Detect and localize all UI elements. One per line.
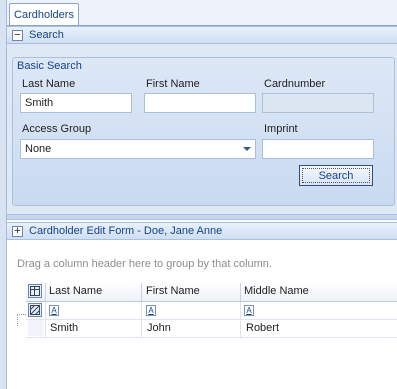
- access-group-select[interactable]: None: [20, 139, 256, 159]
- expand-icon[interactable]: +: [12, 225, 23, 237]
- tree-line: [17, 314, 18, 326]
- access-group-value: None: [25, 143, 52, 155]
- collapse-icon[interactable]: −: [12, 29, 23, 41]
- imprint-field[interactable]: [262, 139, 374, 159]
- last-name-value: Smith: [25, 97, 54, 109]
- col-sep: [45, 283, 46, 301]
- last-name-field[interactable]: Smith: [20, 93, 132, 113]
- tab-cardholders-label: Cardholders: [14, 8, 74, 21]
- col-sep: [240, 302, 241, 337]
- basic-search-title: Basic Search: [17, 60, 82, 72]
- col-sep: [240, 283, 241, 301]
- edit-form-section-header[interactable]: + Cardholder Edit Form - Doe, Jane Anne: [7, 222, 397, 240]
- col-sep: [141, 302, 142, 337]
- tree-line: [17, 314, 26, 315]
- col-sep: [141, 283, 142, 301]
- filter-operator-icon[interactable]: A: [49, 305, 59, 316]
- chevron-down-icon[interactable]: [243, 147, 251, 151]
- cell-first-name[interactable]: John: [147, 322, 171, 334]
- filter-operator-icon[interactable]: A: [244, 305, 254, 316]
- splitter[interactable]: [7, 214, 397, 220]
- search-section-header[interactable]: − Search: [7, 26, 397, 44]
- column-header-last-name[interactable]: Last Name: [49, 285, 102, 297]
- row-selector[interactable]: [28, 320, 43, 336]
- cardnumber-field: [262, 93, 374, 113]
- imprint-label: Imprint: [264, 123, 298, 135]
- first-name-label: First Name: [146, 78, 200, 90]
- cell-last-name[interactable]: Smith: [50, 322, 78, 334]
- cell-middle-name[interactable]: Robert: [246, 322, 279, 334]
- tab-cardholders[interactable]: Cardholders: [9, 3, 79, 25]
- focus-rect: [302, 168, 370, 183]
- edit-form-section-title: Cardholder Edit Form - Doe, Jane Anne: [29, 225, 223, 237]
- first-name-field[interactable]: [144, 93, 256, 113]
- search-section-title: Search: [29, 29, 64, 41]
- group-by-hint: Drag a column header here to group by th…: [17, 258, 272, 270]
- clear-filter-icon[interactable]: [28, 303, 42, 317]
- cardnumber-label: Cardnumber: [264, 78, 326, 90]
- column-header-first-name[interactable]: First Name: [146, 285, 200, 297]
- table-row[interactable]: [26, 319, 397, 338]
- left-panel-edge: [0, 0, 7, 389]
- last-name-label: Last Name: [22, 78, 76, 90]
- col-sep: [45, 302, 46, 337]
- search-button[interactable]: Search: [299, 165, 373, 186]
- column-header-middle-name[interactable]: Middle Name: [244, 285, 309, 297]
- filter-row: [26, 302, 397, 320]
- column-chooser-icon[interactable]: [28, 284, 42, 298]
- access-group-label: Access Group: [22, 123, 92, 135]
- filter-operator-icon[interactable]: A: [146, 305, 156, 316]
